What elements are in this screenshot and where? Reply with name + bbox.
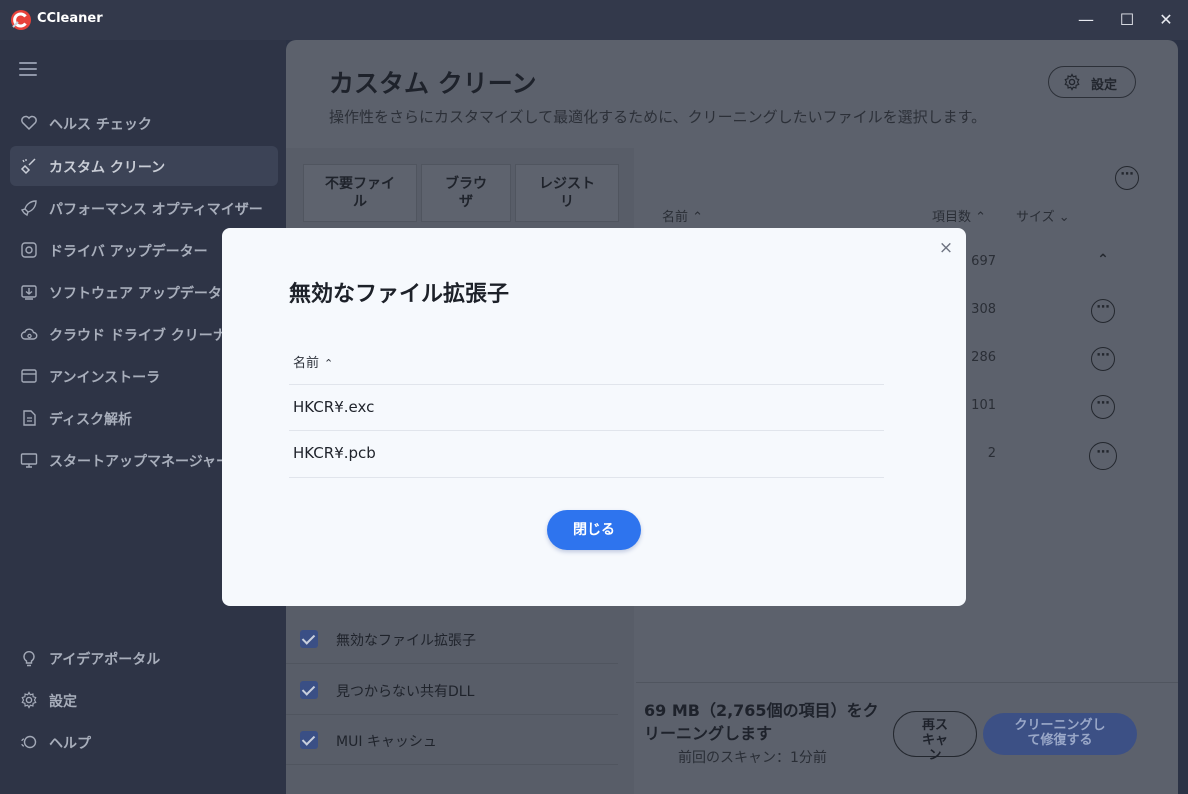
document-icon [23,410,36,426]
checkbox[interactable] [300,731,318,749]
settings-button[interactable]: 設定 [1048,66,1136,98]
sidebar-item-label: スタートアップマネージャー [49,454,231,470]
sidebar-item-custom-clean[interactable]: カスタム クリーン [10,146,278,186]
checklist-item-label: 無効なファイル拡張子 [336,633,476,649]
sidebar-item-label: 設定 [49,694,77,710]
tab-label-line: ブラウ [445,176,487,192]
action-footer: 69 MB（2,765個の項目）をクリーニングします 前回のスキャン：1分前 再… [636,682,1178,794]
tab-label-line: ザ [459,194,473,210]
sidebar-item-settings[interactable]: 設定 [10,680,278,720]
checkbox[interactable] [300,681,318,699]
chevron-up-icon[interactable]: ⌃ [1091,252,1115,276]
close-icon[interactable]: × [938,240,954,257]
sidebar-item-health-check[interactable]: ヘルス チェック [10,103,278,143]
ccleaner-logo-icon [11,10,31,30]
divider [289,430,884,431]
sidebar-item-label: パフォーマンス オプティマイザー [49,202,263,218]
checklist-item-label: 見つからない共有DLL [336,684,475,700]
sidebar-item-label: ヘルプ [49,736,91,752]
settings-button-label: 設定 [1091,78,1118,93]
close-window-button[interactable]: ✕ [1153,8,1179,32]
sidebar-item-label: ソフトウェア アップデーター [49,286,236,302]
broom-icon [20,158,36,175]
clean-and-fix-button[interactable]: クリーニングし て修復する [983,713,1137,755]
checkbox[interactable] [300,630,318,648]
column-header-size[interactable]: サイズ ⌄ [1016,206,1070,225]
tab-label-line: レジスト [539,176,595,192]
tab-label-line: 不要ファイ [325,176,395,192]
app-title: CCleaner [37,11,103,26]
minimize-button[interactable]: — [1073,8,1099,32]
sidebar-item-label: アンインストーラ [49,370,161,386]
heart-icon [21,115,37,131]
tab-label-line: リ [560,194,574,210]
sidebar-item-performance-optimizer[interactable]: パフォーマンス オプティマイザー [10,188,278,228]
checklist-item-label: MUI キャッシュ [336,734,437,750]
rocket-icon [20,200,37,217]
sidebar-item-label: ドライバ アップデーター [49,244,208,260]
uninstall-icon [21,369,37,383]
divider [289,477,884,478]
invalid-extensions-dialog: × 無効なファイル拡張子 名前 ⌃ HKCR¥.exc HKCR¥.pcb 閉じる [222,228,966,606]
download-icon [21,285,37,300]
row-more-button[interactable]: ⋯ [1091,299,1115,323]
checklist-item[interactable]: MUI キャッシュ [286,715,618,765]
driver-icon [21,242,37,258]
monitor-icon [20,453,38,468]
cloud-icon [20,328,38,340]
checklist-item[interactable]: 無効なファイル拡張子 [286,614,618,664]
help-icon [21,735,37,749]
checklist-item[interactable]: 見つからない共有DLL [286,665,618,715]
tab-browser[interactable]: ブラウ ザ [421,164,511,222]
title-bar: CCleaner — ☐ ✕ [0,0,1188,40]
sidebar-item-label: カスタム クリーン [49,160,166,176]
column-header-name[interactable]: 名前 ⌃ [662,206,703,225]
tab-registry[interactable]: レジスト リ [515,164,619,222]
rescan-button[interactable]: 再ス キャ ン [893,711,977,763]
column-header-name[interactable]: 名前 ⌃ [293,352,333,371]
clean-summary: 69 MB（2,765個の項目）をクリーニングします [644,701,879,743]
column-header-items[interactable]: 項目数 ⌃ [932,206,986,225]
divider [289,384,884,385]
gear-icon [1064,73,1080,91]
list-item: HKCR¥.pcb [293,444,376,462]
sidebar-item-help[interactable]: ヘルプ [10,722,278,762]
sidebar-item-label: ヘルス チェック [49,117,152,133]
tab-label-line: ル [353,194,367,210]
hamburger-menu-icon[interactable] [19,62,37,76]
sidebar-item-label: ディスク解析 [49,412,133,428]
row-more-button[interactable]: ⋯ [1091,347,1115,371]
close-button[interactable]: 閉じる [547,510,641,550]
sidebar-item-label: クラウド ドライブ クリーナー [49,328,241,344]
sidebar-item-idea-portal[interactable]: アイデアポータル [10,638,278,678]
more-options-button[interactable]: ⋯ [1115,166,1139,190]
list-item: HKCR¥.exc [293,398,375,416]
sort-ascending-icon: ⌃ [324,357,334,370]
tab-junk-files[interactable]: 不要ファイ ル [303,164,417,222]
page-title: カスタム クリーン [329,69,537,98]
dialog-title: 無効なファイル拡張子 [289,282,510,307]
maximize-button[interactable]: ☐ [1114,8,1140,32]
sidebar-item-label: アイデアポータル [49,652,161,668]
row-more-button[interactable]: ⋯ [1089,442,1117,470]
page-subtitle: 操作性をさらにカスタマイズして最適化するために、クリーニングしたいファイルを選択… [329,108,987,126]
lightbulb-icon [23,651,35,667]
gear-icon [21,691,37,709]
last-scan-text: 前回のスキャン：1分前 [678,750,827,766]
row-more-button[interactable]: ⋯ [1091,395,1115,419]
